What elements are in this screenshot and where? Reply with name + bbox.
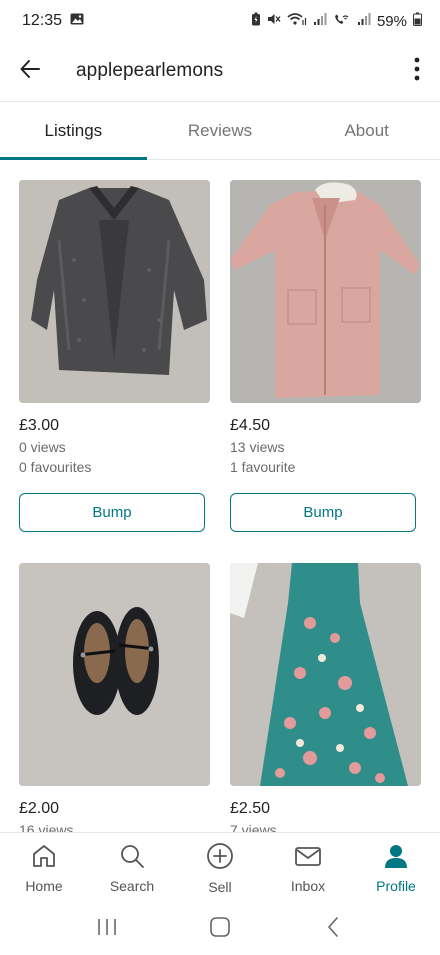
mute-icon [267,12,281,30]
home-icon [31,843,57,872]
listing-views: 13 views [230,439,285,455]
signal-icon [357,12,371,30]
tab-label: Reviews [187,120,253,140]
system-navigation-bar [0,904,440,955]
status-bar: 12:35 59% [0,0,440,42]
recent-apps-button[interactable] [77,910,137,950]
home-system-button[interactable] [190,910,250,950]
arrow-left-icon [19,58,41,85]
nav-label: Profile [376,878,416,894]
app-header: applepearlemons [0,42,440,100]
tab-label: About [344,120,389,140]
recent-apps-icon [96,917,118,942]
search-icon [119,843,145,872]
tab-about[interactable]: About [293,102,440,159]
listing-photo-grey-coat[interactable] [19,180,210,403]
nav-home[interactable]: Home [0,833,88,904]
bump-button[interactable]: Bump [19,493,205,532]
listing-views: 7 views [230,822,277,832]
image-icon [70,12,84,30]
bottom-navigation: Home Search Sell Inbox Profile [0,832,440,904]
tab-reviews[interactable]: Reviews [147,102,294,159]
listing-price: £4.50 [230,417,271,434]
listing-card[interactable]: £2.50 7 views [230,563,421,832]
listing-card[interactable]: £4.50 13 views 1 favourite Bump [230,180,421,532]
listing-price: £2.00 [19,800,60,817]
listing-photo-pink-coat[interactable] [230,180,421,403]
listing-price: £2.50 [230,800,271,817]
listings-grid: £3.00 0 views 0 favourites Bump £4.50 13… [0,160,440,832]
listing-favourites: 1 favourite [230,459,296,475]
listing-photo-black-shoes[interactable] [19,563,210,786]
listing-views: 16 views [19,822,74,832]
page-title: applepearlemons [76,60,224,81]
status-right: 59% [251,12,422,30]
more-options-button[interactable] [394,42,440,100]
profile-tabs: Listings Reviews About [0,102,440,160]
tab-label: Listings [44,120,103,140]
battery-percent: 59% [376,12,407,30]
home-square-icon [209,916,231,943]
wifi-call-icon [333,12,351,30]
nav-label: Inbox [290,878,326,894]
tab-listings[interactable]: Listings [0,102,147,160]
listing-price: £3.00 [19,417,60,434]
nav-inbox[interactable]: Inbox [264,833,352,904]
battery-saver-icon [251,12,261,30]
signal-icon [313,12,327,30]
nav-label: Search [109,878,155,894]
more-vertical-icon [414,57,420,86]
bump-button[interactable]: Bump [230,493,416,532]
status-left: 12:35 [22,12,84,30]
nav-sell[interactable]: Sell [176,833,264,904]
wifi-icon [287,12,307,30]
nav-search[interactable]: Search [88,833,176,904]
plus-circle-icon [206,842,234,873]
nav-profile[interactable]: Profile [352,833,440,904]
battery-icon [413,12,422,30]
profile-icon [383,843,409,872]
nav-label: Home [25,878,63,894]
status-time: 12:35 [22,12,63,29]
listing-photo-floral-dress[interactable] [230,563,421,786]
mail-icon [294,843,322,872]
listing-views: 0 views [19,439,66,455]
listing-favourites: 0 favourites [19,459,92,475]
listing-card[interactable]: £2.00 16 views [19,563,210,832]
nav-label: Sell [208,879,232,895]
chevron-left-icon [326,916,340,943]
back-system-button[interactable] [303,910,363,950]
back-button[interactable] [0,42,60,100]
listing-card[interactable]: £3.00 0 views 0 favourites Bump [19,180,210,532]
